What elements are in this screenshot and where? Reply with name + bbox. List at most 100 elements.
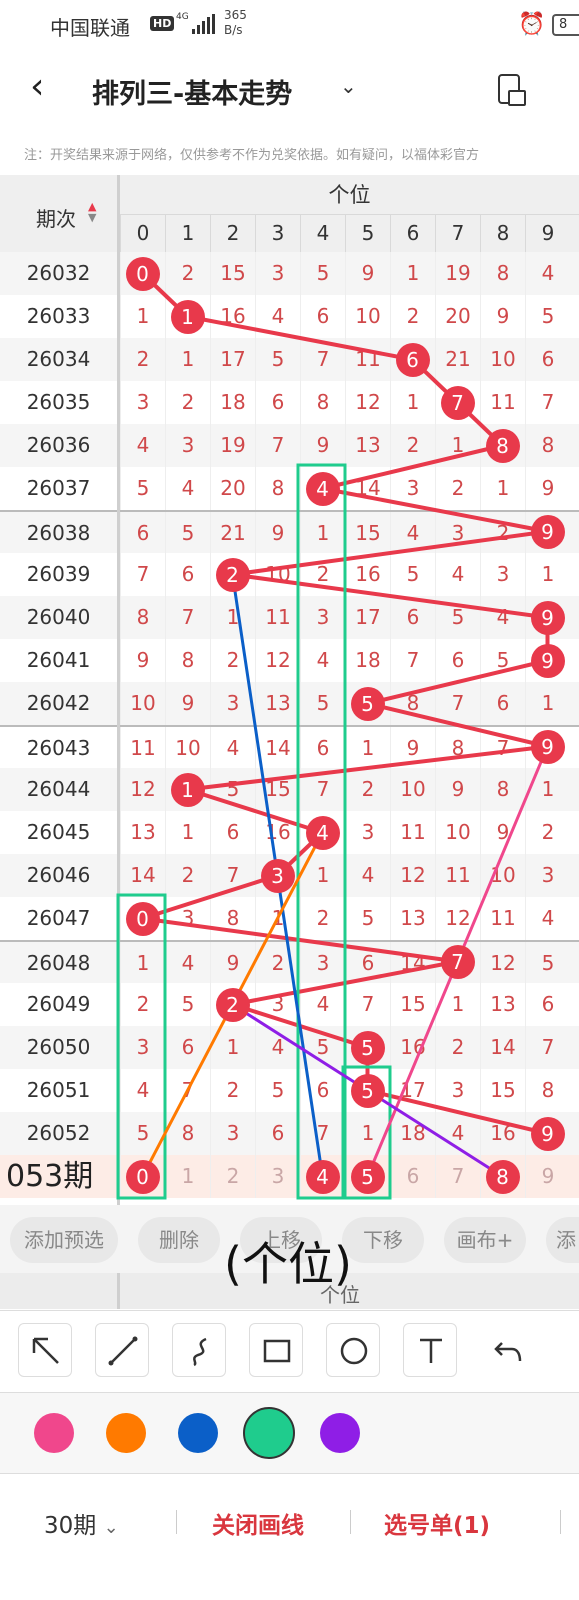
hit-ball[interactable]: 8 bbox=[485, 1159, 520, 1194]
omission-cell: 10 bbox=[165, 727, 210, 770]
digit-header-0: 0 bbox=[120, 215, 165, 252]
period-cell: 26033 bbox=[26, 304, 91, 328]
omission-cell: 5 bbox=[435, 596, 480, 639]
color-green-selected[interactable] bbox=[243, 1407, 295, 1459]
omission-cell: 5 bbox=[300, 1026, 345, 1069]
period-cell: 26045 bbox=[26, 820, 91, 844]
omission-cell: 1 bbox=[525, 682, 570, 725]
omission-cell: 21 bbox=[435, 338, 480, 381]
hit-ball[interactable]: 7 bbox=[440, 385, 475, 420]
table-row[interactable]: 26035 3 2 18 6 8 12 1 11 7 bbox=[0, 381, 579, 424]
column-divider bbox=[117, 175, 120, 1205]
omission-cell: 3 bbox=[120, 1026, 165, 1069]
hit-ball[interactable]: 6 bbox=[395, 342, 430, 377]
hit-ball[interactable]: 4 bbox=[305, 471, 340, 506]
delete-button[interactable]: 删除 bbox=[138, 1217, 220, 1263]
back-icon[interactable]: ‹ bbox=[30, 66, 44, 107]
table-row[interactable]: 26050 3 6 1 4 5 16 2 14 7 bbox=[0, 1026, 579, 1069]
hit-ball[interactable]: 5 bbox=[350, 686, 385, 721]
hit-ball[interactable]: 4 bbox=[305, 815, 340, 850]
omission-cell: 5 bbox=[120, 1112, 165, 1155]
curve-icon[interactable] bbox=[172, 1323, 226, 1377]
omission-cell: 16 bbox=[210, 295, 255, 338]
omission-cell: 14 bbox=[345, 467, 390, 510]
bottom-bar: 30期 ⌄ 关闭画线 选号单(1) bbox=[0, 1474, 579, 1600]
table-row[interactable]: 26045 13 1 6 16 3 11 10 9 2 bbox=[0, 811, 579, 854]
hit-ball[interactable]: 9 bbox=[530, 600, 565, 635]
hit-ball[interactable]: 4 bbox=[305, 1159, 340, 1194]
digit-header-2: 2 bbox=[210, 215, 255, 252]
page-title[interactable]: 排列三-基本走势 bbox=[92, 72, 292, 111]
omission-cell: 7 bbox=[210, 854, 255, 897]
network-type: 4G bbox=[176, 12, 189, 22]
table-row[interactable]: 26049 2 5 3 4 7 15 1 13 6 bbox=[0, 983, 579, 1026]
table-row[interactable]: 26038 6 5 21 9 1 15 4 3 2 bbox=[0, 510, 579, 555]
hit-ball[interactable]: 7 bbox=[440, 944, 475, 979]
device-switch-icon[interactable] bbox=[498, 74, 526, 106]
line-icon[interactable] bbox=[95, 1323, 149, 1377]
table-row[interactable]: 26044 12 5 15 7 2 10 9 8 1 bbox=[0, 768, 579, 811]
table-row[interactable]: 26034 2 1 17 5 7 11 21 10 6 bbox=[0, 338, 579, 381]
circle-icon[interactable] bbox=[326, 1323, 380, 1377]
hit-ball[interactable]: 2 bbox=[215, 987, 250, 1022]
table-row[interactable]: 26033 1 16 4 6 10 2 20 9 5 bbox=[0, 295, 579, 338]
rectangle-icon[interactable] bbox=[249, 1323, 303, 1377]
table-row[interactable]: 26052 5 8 3 6 7 1 18 4 16 bbox=[0, 1112, 579, 1155]
more-button[interactable]: 添 bbox=[546, 1217, 579, 1263]
color-purple[interactable] bbox=[320, 1413, 360, 1453]
omission-cell: 2 bbox=[120, 983, 165, 1026]
omission-cell: 16 bbox=[390, 1026, 435, 1069]
period-header[interactable]: 期次 ▲ ▼ bbox=[0, 175, 117, 252]
hit-ball[interactable]: 9 bbox=[530, 1116, 565, 1151]
omission-cell: 1 bbox=[210, 596, 255, 639]
table-row[interactable]: 26051 4 7 2 5 6 17 3 15 8 bbox=[0, 1069, 579, 1112]
omission-cell: 10 bbox=[480, 338, 525, 381]
color-blue[interactable] bbox=[178, 1413, 218, 1453]
undo-icon[interactable] bbox=[480, 1323, 534, 1377]
omission-cell: 1 bbox=[255, 897, 300, 940]
arrow-icon[interactable] bbox=[18, 1323, 72, 1377]
table-row[interactable]: 26041 9 8 2 12 4 18 7 6 5 bbox=[0, 639, 579, 682]
omission-cell: 14 bbox=[120, 854, 165, 897]
hit-ball[interactable]: 2 bbox=[215, 557, 250, 592]
table-row[interactable]: 26047 3 8 1 2 5 13 12 11 4 bbox=[0, 897, 579, 940]
table-row[interactable]: 26032 2 15 3 5 9 1 19 8 4 bbox=[0, 252, 579, 295]
hit-ball[interactable]: 5 bbox=[350, 1073, 385, 1108]
close-drawing-button[interactable]: 关闭画线 bbox=[212, 1506, 304, 1540]
color-pink[interactable] bbox=[34, 1413, 74, 1453]
sort-icon[interactable]: ▲ ▼ bbox=[88, 201, 96, 223]
add-preselect-button[interactable]: 添加预选 bbox=[10, 1217, 118, 1263]
hit-ball[interactable]: 9 bbox=[530, 729, 565, 764]
digit-header-4: 4 bbox=[300, 215, 345, 252]
table-row[interactable]: 26040 8 7 1 11 3 17 6 5 4 bbox=[0, 596, 579, 639]
omission-cell: 5 bbox=[345, 897, 390, 940]
table-row[interactable]: 26042 10 9 3 13 5 8 7 6 1 bbox=[0, 682, 579, 725]
text-icon[interactable] bbox=[403, 1323, 457, 1377]
omission-cell: 2 bbox=[210, 639, 255, 682]
table-row[interactable]: 26043 11 10 4 14 6 1 9 8 7 bbox=[0, 725, 579, 770]
omission-cell: 4 bbox=[435, 1112, 480, 1155]
digit-header-9: 9 bbox=[525, 215, 570, 252]
omission-cell: 7 bbox=[120, 553, 165, 596]
table-row[interactable]: 26037 5 4 20 8 14 3 2 1 9 bbox=[0, 467, 579, 510]
hit-ball[interactable]: 8 bbox=[485, 428, 520, 463]
move-down-button[interactable]: 下移 bbox=[342, 1217, 424, 1263]
color-orange[interactable] bbox=[106, 1413, 146, 1453]
hit-ball[interactable]: 5 bbox=[350, 1159, 385, 1194]
omission-cell: 7 bbox=[525, 1026, 570, 1069]
hit-ball[interactable]: 3 bbox=[260, 858, 295, 893]
hit-ball[interactable]: 9 bbox=[530, 514, 565, 549]
selection-list-button[interactable]: 选号单(1) bbox=[384, 1506, 490, 1540]
canvas-plus-button[interactable]: 画布+ bbox=[444, 1217, 526, 1263]
hit-ball[interactable]: 1 bbox=[170, 772, 205, 807]
hit-ball[interactable]: 0 bbox=[125, 256, 160, 291]
hit-ball[interactable]: 0 bbox=[125, 1159, 160, 1194]
hit-ball[interactable]: 0 bbox=[125, 901, 160, 936]
chevron-down-icon[interactable]: ⌄ bbox=[340, 74, 357, 98]
period-count-select[interactable]: 30期 ⌄ bbox=[44, 1506, 119, 1540]
hit-ball[interactable]: 1 bbox=[170, 299, 205, 334]
table-row[interactable]: 26039 7 6 10 2 16 5 4 3 1 bbox=[0, 553, 579, 596]
hit-ball[interactable]: 5 bbox=[350, 1030, 385, 1065]
table-row[interactable]: 26048 1 4 9 2 3 6 14 12 5 bbox=[0, 940, 579, 985]
hit-ball[interactable]: 9 bbox=[530, 643, 565, 678]
